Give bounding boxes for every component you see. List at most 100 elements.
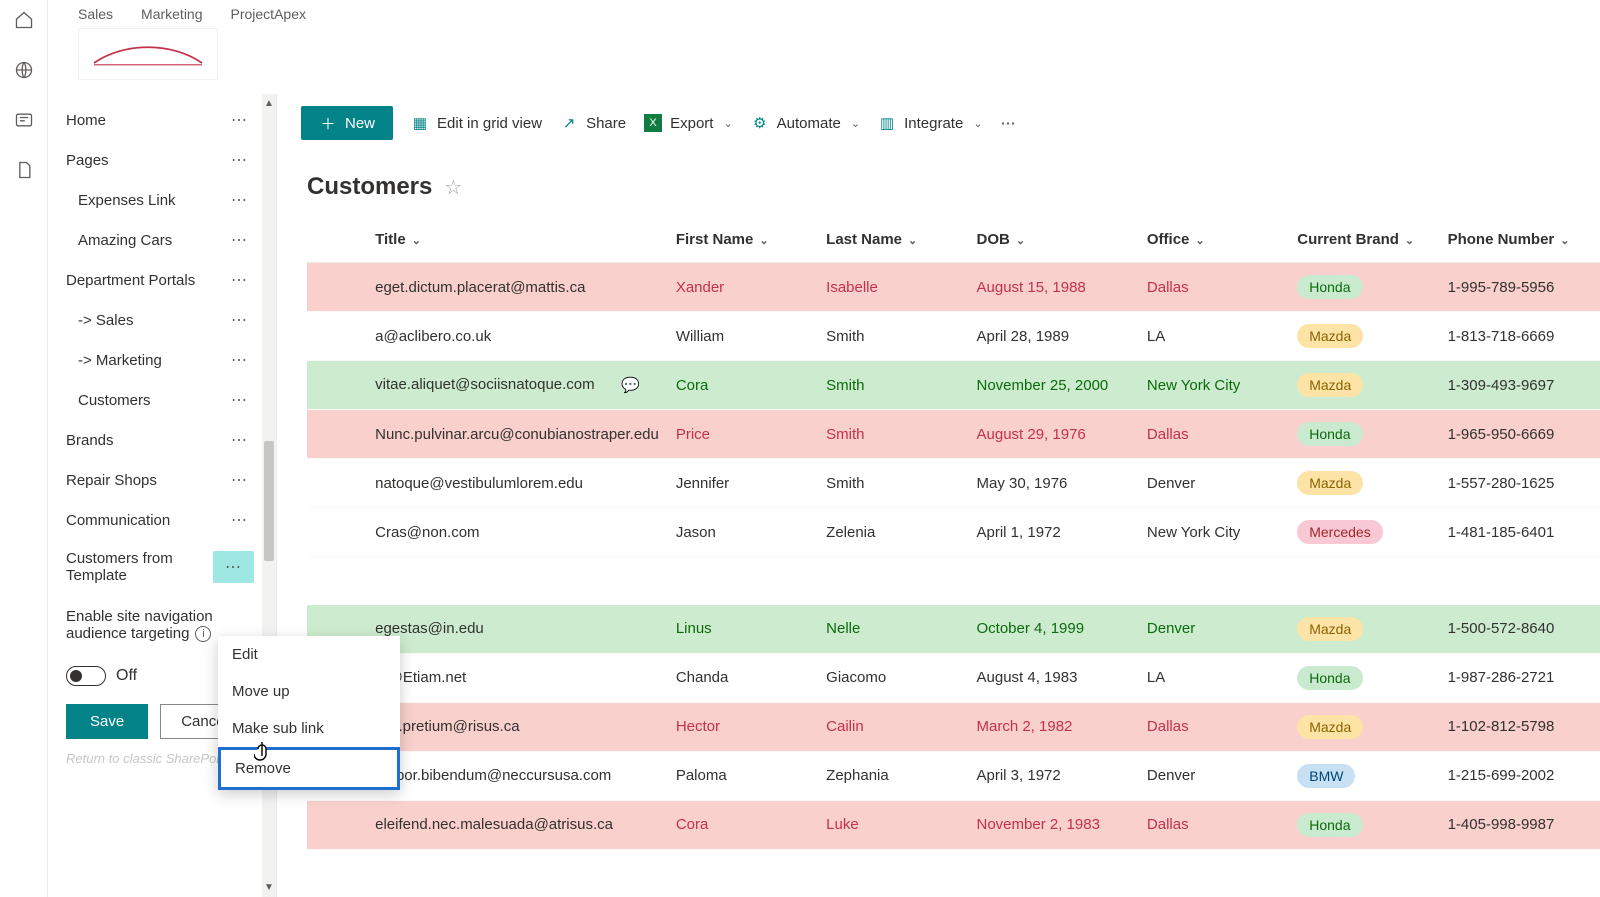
col-dob[interactable]: DOB⌄	[969, 217, 1139, 263]
cell-dob: October 4, 1999	[969, 605, 1139, 654]
table-row[interactable]: natoque@vestibulumlorem.eduJenniferSmith…	[307, 459, 1600, 508]
chevron-down-icon: ⌄	[1405, 235, 1414, 247]
table-row[interactable]: m@Etiam.netChandaGiacomoAugust 4, 1983LA…	[307, 653, 1600, 702]
scroll-down-icon[interactable]: ▼	[264, 878, 274, 897]
more-commands-button[interactable]: ⋯	[1001, 114, 1016, 132]
integrate-button[interactable]: ▥ Integrate⌄	[878, 114, 982, 132]
hub-tab-sales[interactable]: Sales	[78, 6, 113, 22]
edit-grid-button[interactable]: ▦ Edit in grid view	[411, 114, 542, 132]
nav-comm-more-icon[interactable]: ⋯	[225, 510, 254, 530]
nav-expenses-more-icon[interactable]: ⋯	[225, 190, 254, 210]
cell-phone: 1-987-286-2721	[1440, 653, 1600, 702]
table-row[interactable]: a@aclibero.co.ukWilliamSmithApril 28, 19…	[307, 312, 1600, 361]
nav-pages-more-icon[interactable]: ⋯	[225, 150, 254, 170]
col-office[interactable]: Office⌄	[1139, 217, 1289, 263]
table-row[interactable]: empor.bibendum@neccursusa.comPalomaZepha…	[307, 751, 1600, 800]
chevron-down-icon: ⌄	[759, 235, 768, 247]
cell-brand: Honda	[1289, 800, 1439, 849]
scroll-thumb[interactable]	[264, 441, 274, 561]
table-row[interactable]: egestas@in.eduLinusNelleOctober 4, 1999D…	[307, 605, 1600, 654]
favorite-star-icon[interactable]: ☆	[444, 175, 462, 200]
nav-brands[interactable]: Brands⋯	[48, 420, 262, 460]
globe-rail-icon[interactable]	[14, 60, 34, 80]
nav-communication[interactable]: Communication⋯	[48, 500, 262, 540]
table-row[interactable]: Cras@non.comJasonZeleniaApril 1, 1972New…	[307, 508, 1600, 557]
nav-home[interactable]: Home⋯	[48, 100, 262, 140]
hub-tab-projectapex[interactable]: ProjectApex	[231, 6, 306, 22]
ctx-remove[interactable]: Remove	[218, 747, 400, 790]
cell-title[interactable]: egestas@in.edu	[367, 605, 668, 654]
comment-icon[interactable]: 💬	[621, 376, 640, 394]
nav-customers-from-template[interactable]: Customers from Template⋯	[48, 540, 262, 594]
cell-last: Nelle	[818, 605, 968, 654]
nav-amazing-cars[interactable]: Amazing Cars⋯	[48, 220, 262, 260]
table-row[interactable]: Nunc.pulvinar.arcu@conubianostraper.eduP…	[307, 410, 1600, 459]
chevron-down-icon: ⌄	[1195, 235, 1204, 247]
info-icon[interactable]: i	[195, 626, 211, 642]
table-row[interactable]: .elit.pretium@risus.caHectorCailinMarch …	[307, 702, 1600, 751]
nav-expenses-link[interactable]: Expenses Link⋯	[48, 180, 262, 220]
nav-repair-shops[interactable]: Repair Shops⋯	[48, 460, 262, 500]
cell-last: Giacomo	[818, 653, 968, 702]
nav-repair-more-icon[interactable]: ⋯	[225, 470, 254, 490]
home-rail-icon[interactable]	[14, 10, 34, 30]
nav-home-more-icon[interactable]: ⋯	[225, 110, 254, 130]
col-current-brand[interactable]: Current Brand⌄	[1289, 217, 1439, 263]
table-row[interactable]: eget.dictum.placerat@mattis.caXanderIsab…	[307, 263, 1600, 312]
nav-amazing-more-icon[interactable]: ⋯	[225, 230, 254, 250]
cell-title[interactable]: empor.bibendum@neccursusa.com	[367, 751, 668, 800]
cell-first: Jason	[668, 508, 818, 557]
nav-pages[interactable]: Pages⋯	[48, 140, 262, 180]
col-phone[interactable]: Phone Number⌄	[1440, 217, 1600, 263]
cell-office: Denver	[1139, 751, 1289, 800]
table-row[interactable]: vitae.aliquet@sociisnatoque.com 💬CoraSmi…	[307, 361, 1600, 410]
share-button[interactable]: ↗ Share	[560, 114, 626, 132]
nav-customers-more-icon[interactable]: ⋯	[225, 390, 254, 410]
cell-first: Price	[668, 410, 818, 459]
cell-office: Denver	[1139, 605, 1289, 654]
nav-department-portals[interactable]: Department Portals⋯	[48, 260, 262, 300]
col-last-name[interactable]: Last Name⌄	[818, 217, 968, 263]
cell-first: Jennifer	[668, 459, 818, 508]
cell-title[interactable]: eleifend.nec.malesuada@atrisus.ca	[367, 800, 668, 849]
cell-title[interactable]: eget.dictum.placerat@mattis.ca	[367, 263, 668, 312]
nav-customers[interactable]: Customers⋯	[48, 380, 262, 420]
file-rail-icon[interactable]	[14, 160, 34, 180]
nav-cft-more-icon[interactable]: ⋯	[219, 559, 248, 576]
cell-title[interactable]: vitae.aliquet@sociisnatoque.com 💬	[367, 361, 668, 410]
nav-brands-more-icon[interactable]: ⋯	[225, 430, 254, 450]
export-button[interactable]: X Export⌄	[644, 114, 733, 132]
ctx-move-up[interactable]: Move up	[218, 673, 400, 710]
nav-sales-more-icon[interactable]: ⋯	[225, 310, 254, 330]
nav-dept-more-icon[interactable]: ⋯	[225, 270, 254, 290]
automate-button[interactable]: ⚙ Automate⌄	[751, 114, 860, 132]
cell-dob: May 30, 1976	[969, 459, 1139, 508]
col-title[interactable]: Title⌄	[367, 217, 668, 263]
cell-first: Paloma	[668, 751, 818, 800]
chevron-down-icon: ⌄	[1016, 235, 1025, 247]
table-row[interactable]: eleifend.nec.malesuada@atrisus.caCoraLuk…	[307, 800, 1600, 849]
cell-title[interactable]: Cras@non.com	[367, 508, 668, 557]
ctx-make-sub-link[interactable]: Make sub link	[218, 710, 400, 747]
cell-title[interactable]: a@aclibero.co.uk	[367, 312, 668, 361]
nav-marketing-more-icon[interactable]: ⋯	[225, 350, 254, 370]
news-rail-icon[interactable]	[14, 110, 34, 130]
audience-toggle[interactable]	[66, 666, 106, 686]
chevron-down-icon: ⌄	[412, 235, 421, 247]
col-first-name[interactable]: First Name⌄	[668, 217, 818, 263]
cell-title[interactable]: natoque@vestibulumlorem.edu	[367, 459, 668, 508]
scroll-up-icon[interactable]: ▲	[264, 94, 274, 113]
hub-tab-marketing[interactable]: Marketing	[141, 6, 202, 22]
nav-sales[interactable]: -> Sales⋯	[48, 300, 262, 340]
save-button[interactable]: Save	[66, 704, 148, 739]
cursor-icon	[254, 740, 276, 771]
ctx-edit[interactable]: Edit	[218, 636, 400, 673]
nav-marketing[interactable]: -> Marketing⋯	[48, 340, 262, 380]
grid-icon: ▦	[411, 114, 429, 132]
cell-title[interactable]: .elit.pretium@risus.ca	[367, 702, 668, 751]
new-button[interactable]: ＋ New	[301, 106, 393, 140]
cell-phone: 1-965-950-6669	[1440, 410, 1600, 459]
site-logo[interactable]	[78, 28, 218, 80]
cell-title[interactable]: m@Etiam.net	[367, 653, 668, 702]
cell-title[interactable]: Nunc.pulvinar.arcu@conubianostraper.edu	[367, 410, 668, 459]
